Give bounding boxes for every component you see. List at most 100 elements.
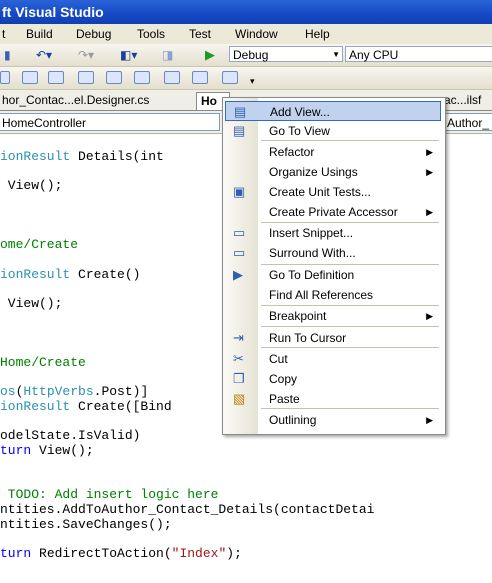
menu-test[interactable]: Test xyxy=(189,27,211,41)
scissors-icon: ✂ xyxy=(233,351,244,366)
code-token: TODO: Add insert logic here xyxy=(0,487,219,503)
code-line[interactable]: ntities.SaveChanges(); xyxy=(0,517,172,532)
code-token: "Index" xyxy=(171,545,227,561)
code-token: View(); xyxy=(0,178,63,194)
menu-item-insert-snippet[interactable]: ▭ Insert Snippet... xyxy=(225,223,441,243)
toolbar-icon[interactable] xyxy=(0,71,10,84)
unit-test-icon: ▣ xyxy=(233,184,246,199)
code-token: ionResult xyxy=(0,266,71,282)
code-line[interactable]: ionResult Details(int xyxy=(0,149,164,164)
code-token: odelState.IsValid) xyxy=(0,428,141,444)
class-dropdown[interactable]: HomeController xyxy=(0,113,220,131)
code-line[interactable]: odelState.IsValid) xyxy=(0,428,140,443)
chevron-down-icon: ▼ xyxy=(332,50,340,59)
snippet-icon: ▭ xyxy=(233,225,246,240)
menu-debug[interactable]: Debug xyxy=(76,27,111,41)
code-token: View(); xyxy=(31,443,94,458)
menu-item-label: Breakpoint xyxy=(269,309,327,323)
code-token: Create() xyxy=(70,266,141,282)
menu-item-outlining[interactable]: Outlining ▶ xyxy=(225,410,441,430)
toolbar-overflow-icon[interactable]: ▾ xyxy=(250,73,255,89)
menu-item-label: Organize Usings xyxy=(269,165,358,179)
menu-item-go-to-definition[interactable]: ▶ Go To Definition xyxy=(225,265,441,285)
code-line[interactable]: ionResult Create() xyxy=(0,267,140,282)
submenu-arrow-icon: ▶ xyxy=(426,311,433,321)
prev-bookmark-icon[interactable] xyxy=(134,71,150,84)
menu-build[interactable]: Build xyxy=(26,27,53,41)
solution-config-value: Debug xyxy=(233,48,269,62)
menu-item-add-view[interactable]: ▤ Add View... xyxy=(225,101,441,121)
comment-icon[interactable] xyxy=(22,71,38,84)
bookmark-icon[interactable] xyxy=(78,71,94,84)
code-line[interactable]: ome/Create xyxy=(0,237,78,252)
code-line[interactable]: turn View(); xyxy=(0,443,94,458)
indent-icon[interactable] xyxy=(164,71,180,84)
title-bar: ft Visual Studio xyxy=(0,0,492,24)
menu-item-label: Find All References xyxy=(269,288,374,302)
platform-select[interactable]: Any CPU xyxy=(345,46,492,62)
code-token: Home/Create xyxy=(0,354,86,370)
code-line[interactable]: turn RedirectToAction("Index"); xyxy=(0,546,242,561)
redo-icon[interactable]: ↷▾ xyxy=(78,47,94,63)
code-token: ionResult xyxy=(0,398,71,414)
next-bookmark-icon[interactable] xyxy=(106,71,122,84)
submenu-arrow-icon: ▶ xyxy=(426,147,433,157)
solution-config-select[interactable]: Debug ▼ xyxy=(229,46,343,62)
code-token: RedirectToAction( xyxy=(31,545,172,561)
code-line[interactable]: View(); xyxy=(0,296,63,311)
outdent-icon[interactable] xyxy=(192,71,208,84)
menu-bar: t Build Debug Tools Test Window Help xyxy=(0,24,492,44)
menu-item-go-to-view[interactable]: ▤ Go To View xyxy=(225,121,441,141)
code-token: ); xyxy=(226,545,242,561)
menu-item-label: Surround With... xyxy=(269,246,356,260)
menu-item-label: Create Private Accessor xyxy=(269,205,398,219)
menu-window[interactable]: Window xyxy=(235,27,278,41)
menu-item-label: Outlining xyxy=(269,413,317,427)
code-line[interactable]: os(HttpVerbs.Post)] xyxy=(0,384,148,399)
menu-item-create-unit-tests[interactable]: ▣ Create Unit Tests... xyxy=(225,182,441,202)
menu-help[interactable]: Help xyxy=(305,27,330,41)
toolbar-options-icon[interactable] xyxy=(222,71,238,84)
menu-item-create-private-accessor[interactable]: Create Private Accessor ▶ xyxy=(225,202,441,222)
standard-toolbar: ▮ ↶▾ ↷▾ ◧▾ ◨ ▶ Debug ▼ Any CPU xyxy=(0,44,492,67)
tab-designer[interactable]: hor_Contac...el.Designer.cs xyxy=(0,92,196,109)
definition-icon: ▶ xyxy=(233,267,243,282)
navigate-backward-icon[interactable]: ◧▾ xyxy=(120,47,137,63)
menu-item-label: Insert Snippet... xyxy=(269,226,354,240)
menu-item-surround-with[interactable]: ▭ Surround With... xyxy=(225,243,441,263)
menu-item-paste[interactable]: ▧ Paste xyxy=(225,389,441,409)
text-editor-toolbar: ▾ xyxy=(0,67,492,90)
menu-item-label: Copy xyxy=(269,372,298,386)
member-dropdown[interactable]: Author_ xyxy=(444,113,492,131)
start-debugging-icon[interactable]: ▶ xyxy=(205,47,215,63)
menu-edit-partial[interactable]: t xyxy=(2,27,5,41)
code-token: Details(int xyxy=(70,149,164,164)
menu-item-label: Go To View xyxy=(269,124,330,138)
code-token: ome/Create xyxy=(0,237,79,253)
tab-contact-details[interactable]: ac...ilsf xyxy=(444,92,492,109)
menu-tools[interactable]: Tools xyxy=(137,27,165,41)
code-line[interactable]: Home/Create xyxy=(0,355,86,370)
menu-item-copy[interactable]: ❐ Copy xyxy=(225,369,441,389)
menu-item-breakpoint[interactable]: Breakpoint ▶ xyxy=(225,306,441,326)
menu-item-organize-usings[interactable]: Organize Usings ▶ xyxy=(225,162,441,182)
navigate-forward-icon[interactable]: ◨ xyxy=(162,47,173,63)
menu-item-label: Paste xyxy=(269,392,300,406)
undo-icon[interactable]: ↶▾ xyxy=(36,47,52,63)
code-line[interactable]: TODO: Add insert logic here xyxy=(0,487,219,503)
menu-separator xyxy=(261,326,439,327)
uncomment-icon[interactable] xyxy=(48,71,64,84)
code-line[interactable]: View(); xyxy=(0,178,63,194)
class-dropdown-value: HomeController xyxy=(2,116,87,130)
menu-item-run-to-cursor[interactable]: ⇥ Run To Cursor xyxy=(225,328,441,348)
code-token: turn xyxy=(0,443,32,458)
menu-item-cut[interactable]: ✂ Cut xyxy=(225,349,441,369)
save-icon[interactable]: ▮ xyxy=(4,47,11,63)
menu-item-refactor[interactable]: Refactor ▶ xyxy=(225,142,441,162)
menu-item-label: Go To Definition xyxy=(269,268,355,282)
code-token: ntities.SaveChanges(); xyxy=(0,516,172,532)
menu-item-find-all-references[interactable]: Find All References xyxy=(225,285,441,305)
menu-item-label: Cut xyxy=(269,352,288,366)
code-line[interactable]: ntities.AddToAuthor_Contact_Details(cont… xyxy=(0,502,374,517)
menu-item-label: Refactor xyxy=(269,145,315,159)
